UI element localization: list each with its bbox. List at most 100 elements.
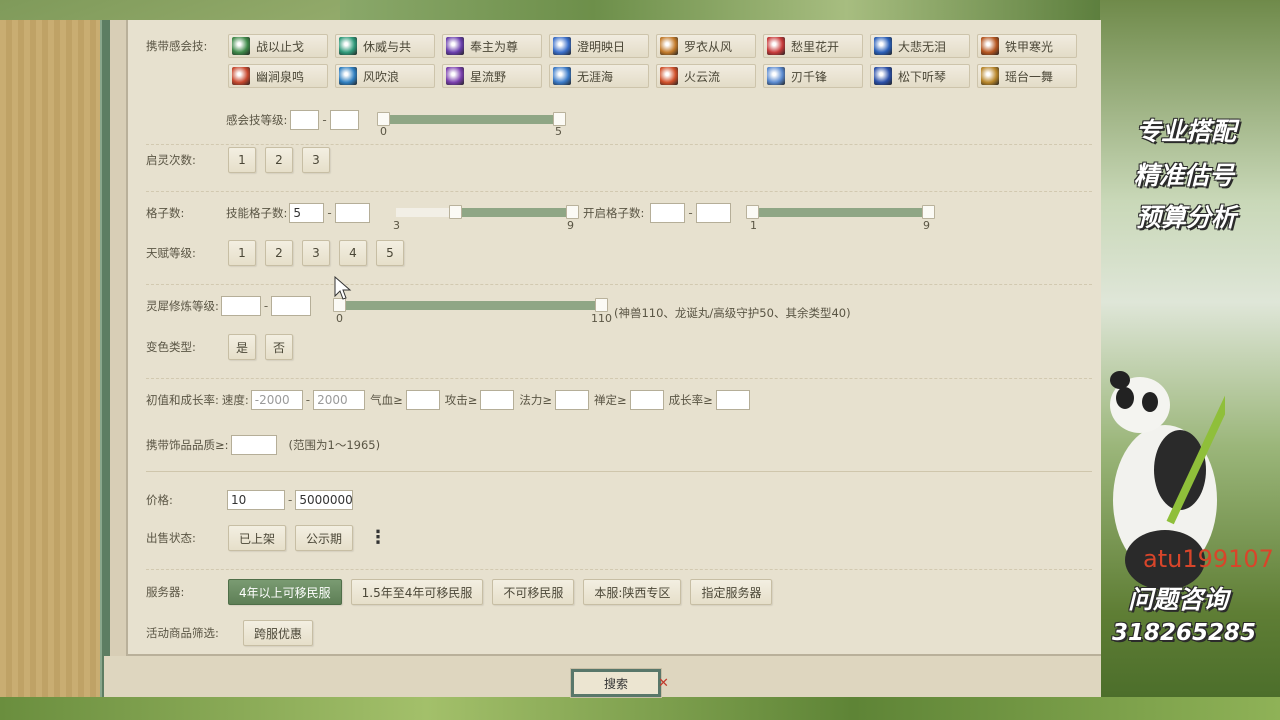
skill-label: 愁里花开 [791, 39, 840, 54]
skill-icon [767, 67, 785, 85]
price-min-input[interactable]: 10 [227, 490, 285, 510]
skill-label: 铁甲寒光 [1005, 39, 1054, 54]
skill-level-slider[interactable] [377, 112, 566, 126]
skill-button[interactable]: 奉主为尊 [442, 34, 542, 58]
growth-input[interactable] [715, 390, 750, 410]
slider-thumb-min[interactable] [448, 205, 462, 219]
skill-button[interactable]: 松下听琴 [870, 64, 970, 88]
skill-icon [660, 37, 678, 55]
slider-thumb-max[interactable] [922, 205, 935, 219]
open-slots-slider[interactable] [746, 205, 935, 219]
skill-button[interactable]: 风吹浪 [335, 64, 435, 88]
skill-button[interactable]: 瑶台一舞 [977, 64, 1077, 88]
attack-input[interactable] [480, 390, 515, 410]
slider-thumb-min[interactable] [377, 112, 390, 126]
slider-thumb-max[interactable] [566, 205, 579, 219]
skill-button[interactable]: 火云流 [656, 64, 756, 88]
slider-thumb-max[interactable] [595, 298, 608, 312]
skill-level-max-input[interactable] [329, 110, 359, 130]
promo-line-3: 预算分析 [1136, 203, 1237, 232]
talent-option-button[interactable]: 2 [265, 240, 293, 266]
skill-button[interactable]: 愁里花开 [763, 34, 863, 58]
open-slots-max-input[interactable] [695, 203, 731, 223]
sale-status-options: 已上架 公示期 [228, 525, 362, 551]
skill-button[interactable]: 大悲无泪 [870, 34, 970, 58]
cultivate-note: (神兽110、龙诞丸/高级守护50、其余类型40) [614, 306, 851, 320]
skill-icon [446, 67, 464, 85]
skill-level-range-min: 0 [380, 125, 387, 138]
talent-option-button[interactable]: 3 [302, 240, 330, 266]
awaken-option-button[interactable]: 1 [228, 147, 256, 173]
talent-option-button[interactable]: 1 [228, 240, 256, 266]
server-option-button[interactable]: 4年以上可移民服 [228, 579, 342, 605]
skill-icon [553, 37, 571, 55]
awaken-option-button[interactable]: 2 [265, 147, 293, 173]
awaken-label: 启灵次数: [146, 153, 196, 167]
skill-button[interactable]: 刃千锋 [763, 64, 863, 88]
range-dash: - [263, 299, 269, 313]
server-option-button[interactable]: 本服:陕西专区 [583, 579, 682, 605]
color-change-row: 变色类型: 是 否 [146, 334, 302, 360]
magic-input[interactable] [555, 390, 590, 410]
skill-button[interactable]: 星流野 [442, 64, 542, 88]
skill-slots-min-input[interactable]: 5 [289, 203, 325, 223]
skill-icon [339, 67, 357, 85]
skill-label: 瑶台一舞 [1005, 69, 1054, 84]
slider-thumb-max[interactable] [553, 112, 566, 126]
skills-label: 携带感会技: [146, 39, 208, 53]
speed-min-input[interactable]: -2000 [250, 390, 303, 410]
color-change-no-button[interactable]: 否 [265, 334, 293, 360]
range-dash: - [327, 206, 332, 220]
server-option-button[interactable]: 1.5年至4年可移民服 [350, 579, 484, 605]
skill-button[interactable]: 休威与共 [335, 34, 435, 58]
skill-slots-slider[interactable] [396, 205, 579, 219]
cultivate-max-input[interactable] [271, 296, 312, 316]
cultivate-min-input[interactable] [220, 296, 261, 316]
more-options-icon[interactable]: ⋮ [369, 529, 387, 547]
search-button[interactable]: 搜索 [570, 668, 662, 698]
cultivate-slider[interactable] [333, 298, 608, 312]
skill-level-min-input[interactable] [290, 110, 320, 130]
skill-slots-max-input[interactable] [334, 203, 370, 223]
color-change-yes-button[interactable]: 是 [228, 334, 256, 360]
server-row: 服务器: 4年以上可移民服 1.5年至4年可移民服 不可移民服 本服:陕西专区 指定服务… [146, 579, 781, 605]
background-foliage [340, 0, 1100, 20]
skill-button[interactable]: 铁甲寒光 [977, 34, 1077, 58]
sale-status-button[interactable]: 公示期 [295, 525, 354, 551]
close-icon[interactable]: ✕ [658, 676, 669, 691]
skill-label: 澄明映日 [577, 39, 626, 54]
promo-line-2: 精准估号 [1134, 161, 1235, 190]
talent-option-button[interactable]: 5 [376, 240, 404, 266]
skill-button[interactable]: 罗衣从风 [656, 34, 756, 58]
ornament-label: 携带饰品品质≥: [146, 438, 229, 452]
skills-list-1: 战以止戈 休威与共 奉主为尊 澄明映日 罗衣从风 愁里花开 大悲无泪 铁甲寒光 [228, 34, 1084, 58]
skill-icon [981, 67, 999, 85]
skill-button[interactable]: 无涯海 [549, 64, 649, 88]
slots-label: 格子数: [146, 206, 185, 220]
magic-label: 法力≥ [519, 393, 553, 407]
open-slots-min-input[interactable] [650, 203, 686, 223]
skill-icon [232, 67, 250, 85]
awaken-option-button[interactable]: 3 [302, 147, 330, 173]
server-option-button[interactable]: 不可移民服 [492, 579, 575, 605]
skill-button[interactable]: 幽涧泉鸣 [228, 64, 328, 88]
skill-icon [874, 67, 892, 85]
server-option-button[interactable]: 指定服务器 [690, 579, 773, 605]
zen-input[interactable] [629, 390, 664, 410]
hp-input[interactable] [405, 390, 440, 410]
speed-max-input[interactable]: 2000 [313, 390, 366, 410]
open-slots-range-max: 9 [923, 219, 930, 232]
open-slots-range-min: 1 [750, 219, 757, 232]
cross-server-discount-button[interactable]: 跨服优惠 [243, 620, 314, 646]
initial-row: 初值和成长率: 速度: -2000 - 2000 气血≥ 攻击≥ 法力≥ 禅定≥… [146, 390, 750, 410]
price-max-input[interactable]: 5000000 [295, 490, 354, 510]
skill-button[interactable]: 澄明映日 [549, 34, 649, 58]
sale-status-button[interactable]: 已上架 [228, 525, 287, 551]
skill-button[interactable]: 战以止戈 [228, 34, 328, 58]
range-dash: - [288, 493, 293, 507]
growth-label: 成长率≥ [668, 393, 713, 407]
ornament-input[interactable] [230, 435, 277, 455]
skill-slots-range-max: 9 [567, 219, 574, 232]
slider-thumb-min[interactable] [746, 205, 759, 219]
talent-option-button[interactable]: 4 [339, 240, 367, 266]
